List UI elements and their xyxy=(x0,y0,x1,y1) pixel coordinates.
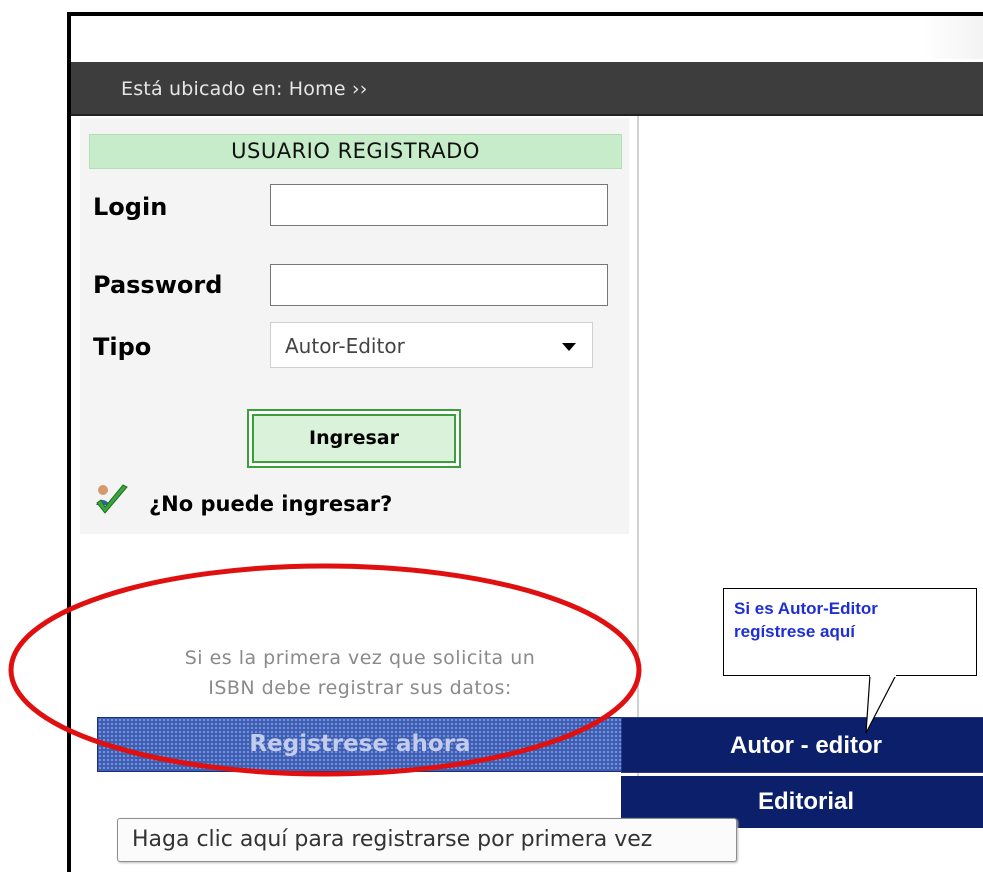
callout-pointer xyxy=(865,675,897,734)
password-input[interactable] xyxy=(270,264,608,306)
ingresar-button-label: Ingresar xyxy=(252,414,456,463)
user-check-icon xyxy=(96,484,128,514)
callout-line2: regístrese aquí xyxy=(734,622,855,641)
tipo-label: Tipo xyxy=(93,333,152,361)
register-tooltip: Haga clic aquí para registrarse por prim… xyxy=(117,818,737,862)
breadcrumb: Está ubicado en: Home ›› xyxy=(71,62,983,116)
ingresar-button[interactable]: Ingresar xyxy=(247,409,461,468)
breadcrumb-text: Está ubicado en: Home ›› xyxy=(121,78,368,100)
header-strip xyxy=(71,16,983,59)
login-panel-title: USUARIO REGISTRADO xyxy=(89,134,622,169)
highlight-ellipse xyxy=(8,563,642,777)
password-label: Password xyxy=(93,271,223,299)
callout-annotation: Si es Autor-Editor regístrese aquí xyxy=(723,588,977,676)
tipo-selected-value: Autor-Editor xyxy=(285,334,405,358)
tipo-select[interactable]: Autor-Editor xyxy=(270,322,593,368)
chevron-down-icon xyxy=(562,343,576,351)
forgot-access-link[interactable]: ¿No puede ingresar? xyxy=(149,492,392,516)
login-input[interactable] xyxy=(270,184,608,226)
login-label: Login xyxy=(93,193,168,221)
callout-line1: Si es Autor-Editor xyxy=(734,599,878,618)
